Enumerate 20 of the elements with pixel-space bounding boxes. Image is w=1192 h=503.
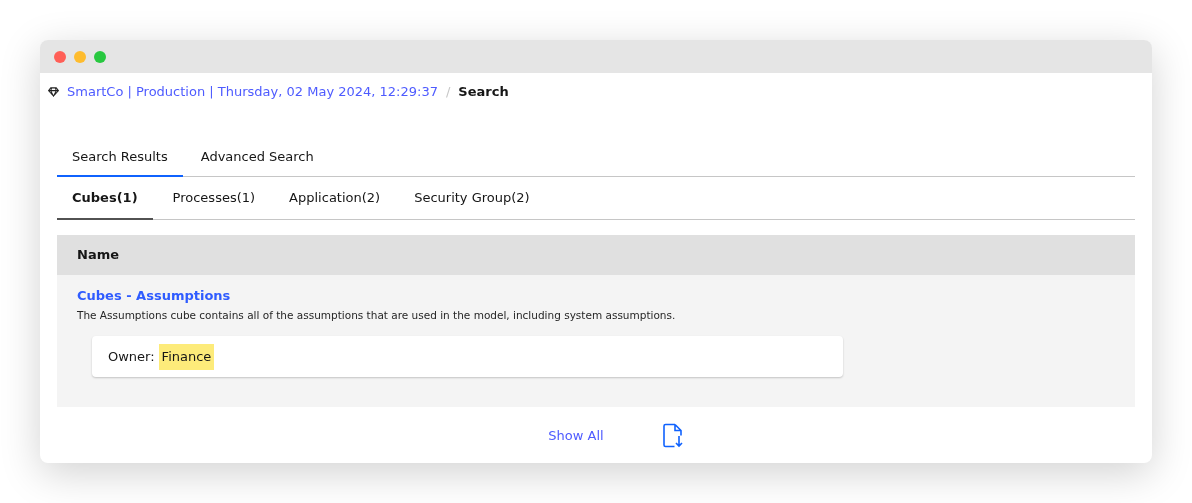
column-header: Name: [77, 245, 119, 264]
owner-label: Owner:: [108, 348, 155, 366]
maximize-button[interactable]: [94, 50, 106, 63]
owner-value: Finance: [158, 344, 215, 370]
download-file-icon[interactable]: [661, 423, 684, 449]
tab[interactable]: Cubes(1): [57, 177, 153, 220]
result-title-link[interactable]: Cubes - Assumptions: [77, 286, 1115, 305]
tab[interactable]: Advanced Search: [182, 138, 332, 177]
breadcrumb-current: Search: [458, 83, 509, 101]
minimize-button[interactable]: [74, 50, 86, 63]
tab[interactable]: Search Results: [57, 138, 183, 177]
diamond-icon: [48, 86, 59, 97]
tab[interactable]: Application(2): [272, 177, 398, 220]
close-button[interactable]: [54, 50, 66, 63]
breadcrumb-link[interactable]: SmartCo | Production | Thursday, 02 May 2024, 12:29:37: [67, 82, 438, 102]
result-description: The Assumptions cube contains all of the assumptions that are used in the model, including system assumptions.: [77, 307, 677, 323]
breadcrumb-separator: /: [445, 83, 451, 101]
tab[interactable]: Security Group(2): [397, 177, 547, 220]
show-all-link[interactable]: Show All: [548, 426, 604, 446]
tab[interactable]: Processes(1): [155, 177, 273, 220]
